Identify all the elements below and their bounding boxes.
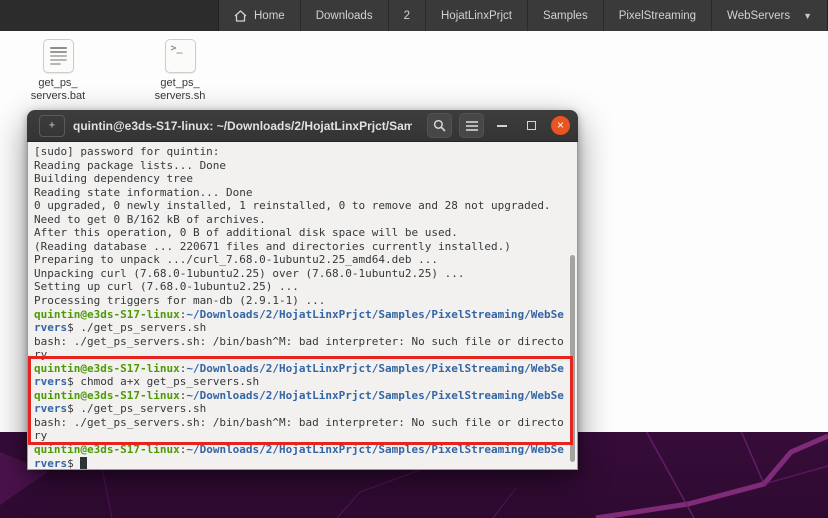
terminal-line: ry xyxy=(34,348,571,362)
terminal-line: rvers$ chmod a+x get_ps_servers.sh xyxy=(34,375,571,389)
file-item-sh[interactable]: get_ps_ servers.sh xyxy=(139,39,221,102)
pathbar-item-label: WebServers xyxy=(727,10,790,22)
terminal-line: 0 upgraded, 0 newly installed, 1 reinsta… xyxy=(34,199,571,213)
pathbar-item-label: Samples xyxy=(543,10,588,22)
pathbar-item-label: Home xyxy=(254,10,285,22)
text-file-icon xyxy=(43,39,74,73)
chevron-down-icon: ▼ xyxy=(803,11,812,21)
terminal-line: Processing triggers for man-db (2.9.1-1)… xyxy=(34,294,571,308)
terminal-line: rvers$ xyxy=(34,457,571,470)
breadcrumb: Home Downloads 2 HojatLinxPrjct Samples Pixel… xyxy=(218,0,828,31)
terminal-line: quintin@e3ds-S17-linux:~/Downloads/2/Hoj… xyxy=(34,308,571,322)
close-icon: × xyxy=(557,119,564,131)
pathbar-item-hojatlinxprjct[interactable]: HojatLinxPrjct xyxy=(426,0,528,31)
file-item-bat[interactable]: get_ps_ servers.bat xyxy=(17,39,99,102)
terminal-line: Building dependency tree xyxy=(34,172,571,186)
maximize-icon xyxy=(527,121,536,130)
pathbar-item-pixelstreaming[interactable]: PixelStreaming xyxy=(604,0,712,31)
search-button[interactable] xyxy=(427,113,452,138)
minimize-icon xyxy=(497,125,507,127)
home-icon xyxy=(234,10,247,22)
terminal-line: quintin@e3ds-S17-linux:~/Downloads/2/Hoj… xyxy=(34,389,571,403)
pathbar-item-downloads[interactable]: Downloads xyxy=(301,0,389,31)
terminal-line: After this operation, 0 B of additional … xyxy=(34,226,571,240)
menu-button[interactable] xyxy=(459,113,484,138)
pathbar-item-label: PixelStreaming xyxy=(619,10,696,22)
terminal-output: [sudo] password for quintin:Reading pack… xyxy=(28,142,577,470)
hamburger-icon xyxy=(466,121,478,131)
pathbar-item-label: HojatLinxPrjct xyxy=(441,10,512,22)
terminal-cursor xyxy=(80,457,87,469)
document-lines-decoration xyxy=(50,47,67,67)
shell-script-icon xyxy=(165,39,196,73)
terminal-line: bash: ./get_ps_servers.sh: /bin/bash^M: … xyxy=(34,335,571,349)
terminal-line: rvers$ ./get_ps_servers.sh xyxy=(34,402,571,416)
terminal-line: Setting up curl (7.68.0-1ubuntu2.25) ... xyxy=(34,280,571,294)
file-manager-pathbar: Home Downloads 2 HojatLinxPrjct Samples Pixel… xyxy=(0,0,828,31)
terminal-line: Unpacking curl (7.68.0-1ubuntu2.25) over… xyxy=(34,267,571,281)
terminal-line: quintin@e3ds-S17-linux:~/Downloads/2/Hoj… xyxy=(34,362,571,376)
terminal-line: [sudo] password for quintin: xyxy=(34,145,571,159)
pathbar-item-webservers[interactable]: WebServers ▼ xyxy=(712,0,827,31)
terminal-line: ry xyxy=(34,429,571,443)
terminal-line: Need to get 0 B/162 kB of archives. xyxy=(34,213,571,227)
terminal-body[interactable]: [sudo] password for quintin:Reading pack… xyxy=(27,142,578,470)
pathbar-item-label: Downloads xyxy=(316,10,373,22)
file-label: get_ps_ servers.bat xyxy=(31,77,85,102)
terminal-line: Reading state information... Done xyxy=(34,186,571,200)
desktop-screen: get_ps_ servers.bat get_ps_ servers.sh Ho… xyxy=(0,0,828,518)
terminal-window-title: quintin@e3ds-S17-linux: ~/Downloads/2/Ho… xyxy=(73,119,412,133)
pathbar-item-samples[interactable]: Samples xyxy=(528,0,604,31)
terminal-line: quintin@e3ds-S17-linux:~/Downloads/2/Hoj… xyxy=(34,443,571,457)
terminal-window: quintin@e3ds-S17-linux: ~/Downloads/2/Ho… xyxy=(27,110,578,470)
terminal-scrollbar[interactable] xyxy=(570,255,575,462)
pathbar-item-home[interactable]: Home xyxy=(219,0,301,31)
file-label: get_ps_ servers.sh xyxy=(155,77,206,102)
search-icon xyxy=(433,119,446,132)
terminal-line: (Reading database ... 220671 files and d… xyxy=(34,240,571,254)
terminal-line: Preparing to unpack .../curl_7.68.0-1ubu… xyxy=(34,253,571,267)
terminal-line: bash: ./get_ps_servers.sh: /bin/bash^M: … xyxy=(34,416,571,430)
minimize-button[interactable] xyxy=(491,115,513,137)
new-tab-button[interactable] xyxy=(39,115,65,137)
close-button[interactable]: × xyxy=(551,116,570,135)
terminal-titlebar[interactable]: quintin@e3ds-S17-linux: ~/Downloads/2/Ho… xyxy=(27,110,578,142)
maximize-button[interactable] xyxy=(520,115,542,137)
terminal-line: Reading package lists... Done xyxy=(34,159,571,173)
pathbar-item-label: 2 xyxy=(404,10,410,22)
pathbar-item-2[interactable]: 2 xyxy=(389,0,426,31)
terminal-line: rvers$ ./get_ps_servers.sh xyxy=(34,321,571,335)
